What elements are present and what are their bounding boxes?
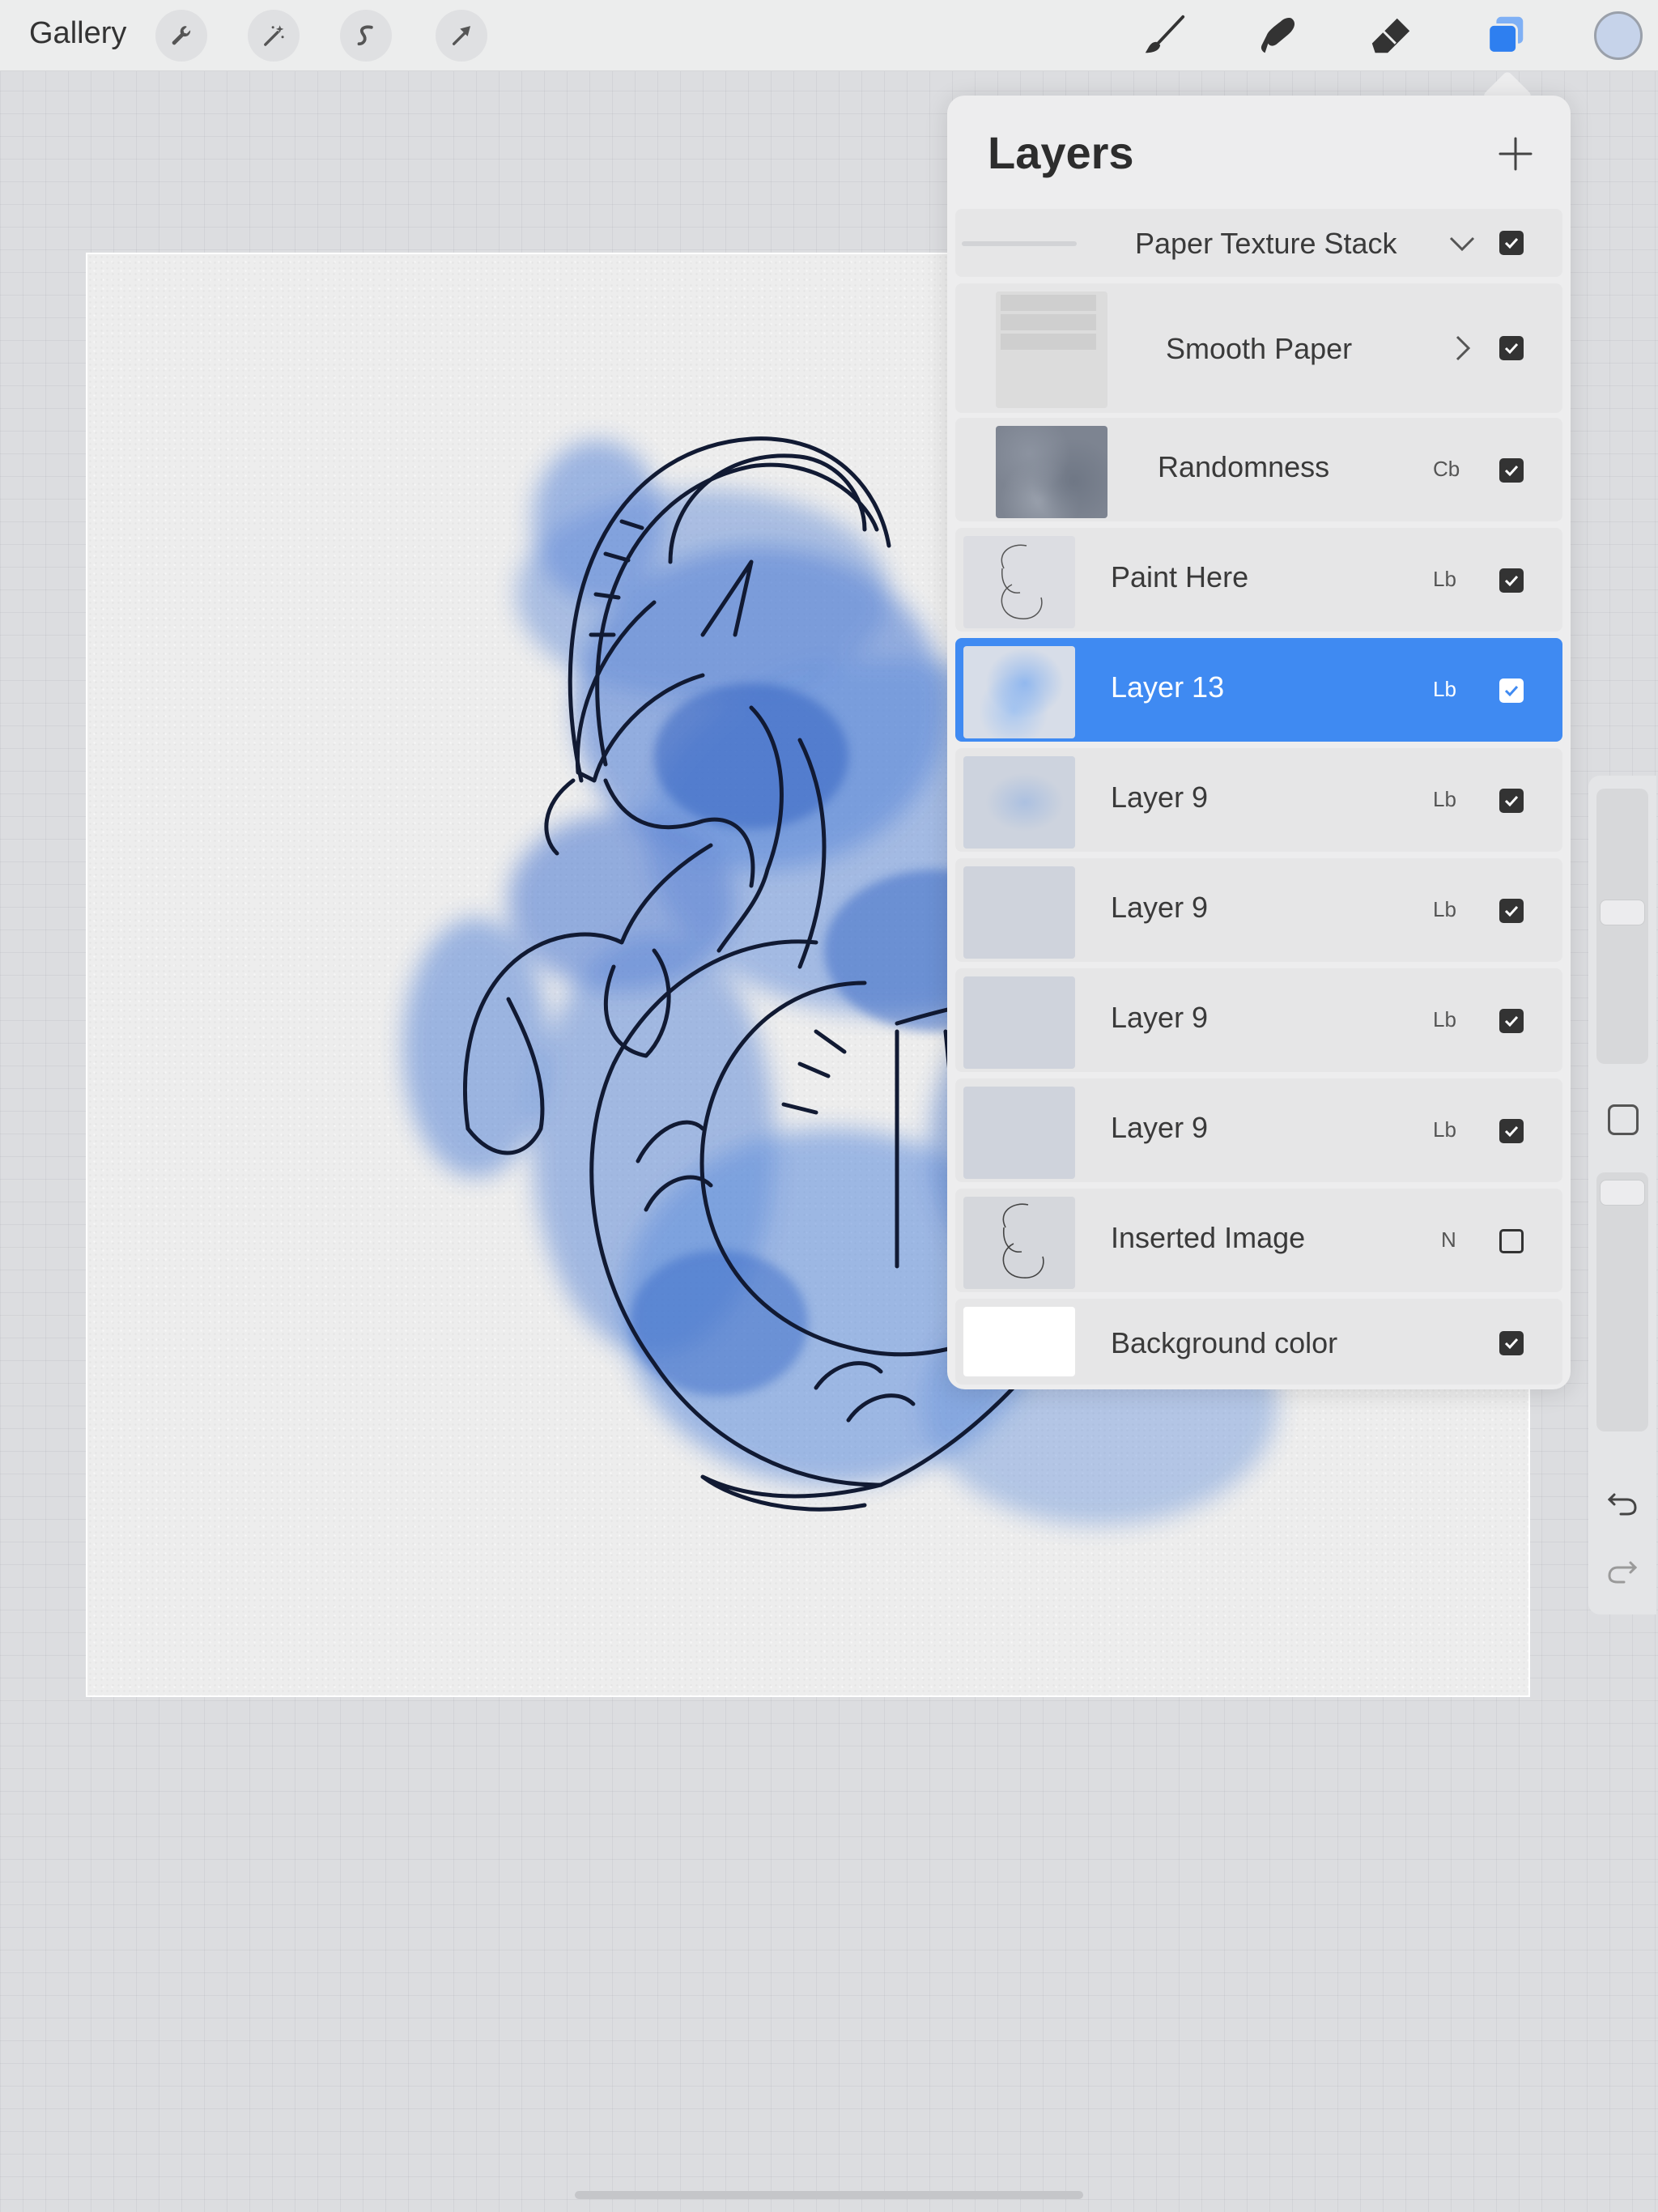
brush-icon xyxy=(1145,15,1185,53)
chevron-right-icon[interactable] xyxy=(1446,332,1478,364)
layer-row-paint-here[interactable]: Paint Here Lb xyxy=(955,528,1562,632)
layer-name: Layer 13 xyxy=(1111,670,1225,704)
eraser-icon xyxy=(1371,18,1410,53)
sketch-thumbnail xyxy=(1001,544,1043,619)
layer-name: Paint Here xyxy=(1111,560,1249,593)
layer-row-layer-9[interactable]: Layer 9 Lb xyxy=(955,748,1562,852)
opacity-slider-thumb[interactable] xyxy=(1600,1180,1645,1206)
selection-button[interactable] xyxy=(340,10,392,62)
checkmark-icon xyxy=(1504,795,1519,807)
layer-row-layer-9[interactable]: Layer 9 Lb xyxy=(955,858,1562,962)
layer-row-inserted-image[interactable]: Inserted Image N xyxy=(955,1189,1562,1292)
layer-row-layer-9[interactable]: Layer 9 Lb xyxy=(955,968,1562,1072)
magic-wand-icon xyxy=(264,25,284,46)
transform-button[interactable] xyxy=(436,10,487,62)
add-layer-button[interactable] xyxy=(1491,130,1540,178)
layer-row-background-color[interactable]: Background color xyxy=(955,1299,1562,1385)
checkmark-icon xyxy=(1504,575,1519,587)
selection-s-icon xyxy=(357,25,373,46)
layer-thumbnail xyxy=(963,1087,1075,1179)
layers-panel-title: Layers xyxy=(988,127,1134,178)
blend-mode-label[interactable]: N xyxy=(1441,1227,1456,1253)
layer-row-layer-9[interactable]: Layer 9 Lb xyxy=(955,1078,1562,1182)
visibility-checkbox[interactable] xyxy=(1499,336,1524,360)
sketch-thumbnail xyxy=(1002,1203,1044,1278)
side-bar xyxy=(1588,776,1656,1614)
blend-mode-label[interactable]: Lb xyxy=(1433,897,1456,922)
brush-size-slider-thumb[interactable] xyxy=(1600,900,1645,925)
actions-button[interactable] xyxy=(155,10,207,62)
layers-icon xyxy=(1487,16,1524,54)
top-toolbar: Gallery xyxy=(0,0,1658,71)
layer-row-layer-13[interactable]: Layer 13 Lb xyxy=(955,638,1562,742)
adjustments-button[interactable] xyxy=(248,10,300,62)
layer-name: Smooth Paper xyxy=(1166,332,1353,365)
layer-thumbnail xyxy=(963,1197,1075,1289)
visibility-checkbox[interactable] xyxy=(1499,1009,1524,1033)
home-indicator xyxy=(575,2191,1083,2199)
checkmark-icon xyxy=(1504,905,1519,917)
layer-name: Inserted Image xyxy=(1111,1221,1306,1254)
checkmark-icon xyxy=(1504,1015,1519,1027)
visibility-checkbox[interactable] xyxy=(1499,458,1524,483)
layer-thumbnail xyxy=(963,756,1075,849)
visibility-checkbox[interactable] xyxy=(1499,678,1524,703)
layer-thumbnail xyxy=(963,646,1075,738)
plus-icon xyxy=(1499,137,1533,171)
visibility-checkbox[interactable] xyxy=(1499,568,1524,593)
layers-tool-button[interactable] xyxy=(1478,8,1533,63)
layer-group-paper-texture-stack[interactable]: Paper Texture Stack xyxy=(955,209,1562,277)
gallery-button[interactable]: Gallery xyxy=(29,16,126,51)
checkmark-icon xyxy=(1504,1338,1519,1350)
undo-icon[interactable] xyxy=(1605,1485,1640,1521)
smudge-icon xyxy=(1261,17,1295,53)
layer-thumbnail xyxy=(996,291,1107,408)
layer-name: Background color xyxy=(1111,1326,1338,1359)
brush-size-slider[interactable] xyxy=(1596,789,1648,1064)
visibility-checkbox[interactable] xyxy=(1499,899,1524,923)
background-color-swatch[interactable] xyxy=(963,1307,1075,1376)
layer-name: Layer 9 xyxy=(1111,781,1209,814)
visibility-checkbox[interactable] xyxy=(1499,789,1524,813)
layer-row-randomness[interactable]: Randomness Cb xyxy=(955,418,1562,521)
checkmark-icon xyxy=(1504,342,1519,355)
layer-thumbnail xyxy=(963,536,1075,628)
layers-panel: Layers Paper Texture Stack Smooth Paper xyxy=(947,96,1571,1389)
blend-mode-label[interactable]: Lb xyxy=(1433,1117,1456,1142)
layer-name: Layer 9 xyxy=(1111,891,1209,924)
eraser-tool-button[interactable] xyxy=(1363,8,1418,63)
transform-arrow-icon xyxy=(452,26,471,45)
wrench-icon xyxy=(172,26,191,45)
visibility-checkbox[interactable] xyxy=(1499,1331,1524,1355)
layer-thumbnail xyxy=(963,976,1075,1069)
blend-mode-label[interactable]: Lb xyxy=(1433,787,1456,812)
layer-group-smooth-paper[interactable]: Smooth Paper xyxy=(955,283,1562,413)
checkmark-icon xyxy=(1504,465,1519,477)
color-picker-button[interactable] xyxy=(1594,11,1643,60)
blend-mode-label[interactable]: Lb xyxy=(1433,1007,1456,1032)
visibility-checkbox[interactable] xyxy=(1499,1229,1524,1253)
layer-name: Layer 9 xyxy=(1111,1001,1209,1034)
layer-thumbnail xyxy=(996,426,1107,518)
checkmark-icon xyxy=(1504,1125,1519,1138)
blend-mode-label[interactable]: Cb xyxy=(1433,457,1460,482)
smudge-tool-button[interactable] xyxy=(1250,8,1305,63)
visibility-checkbox[interactable] xyxy=(1499,1119,1524,1143)
group-indicator xyxy=(962,241,1077,246)
paint-tool-button[interactable] xyxy=(1137,8,1192,63)
layer-thumbnail xyxy=(963,866,1075,959)
checkmark-icon xyxy=(1504,237,1519,249)
modify-button[interactable] xyxy=(1608,1104,1639,1135)
checkmark-icon xyxy=(1504,685,1519,697)
layer-name: Layer 9 xyxy=(1111,1111,1209,1144)
redo-icon[interactable] xyxy=(1605,1553,1640,1589)
visibility-checkbox[interactable] xyxy=(1499,231,1524,255)
opacity-slider[interactable] xyxy=(1596,1172,1648,1431)
blend-mode-label[interactable]: Lb xyxy=(1433,677,1456,702)
layer-name: Paper Texture Stack xyxy=(1135,227,1397,260)
chevron-down-icon[interactable] xyxy=(1446,227,1478,259)
blend-mode-label[interactable]: Lb xyxy=(1433,567,1456,592)
layer-name: Randomness xyxy=(1158,450,1330,483)
